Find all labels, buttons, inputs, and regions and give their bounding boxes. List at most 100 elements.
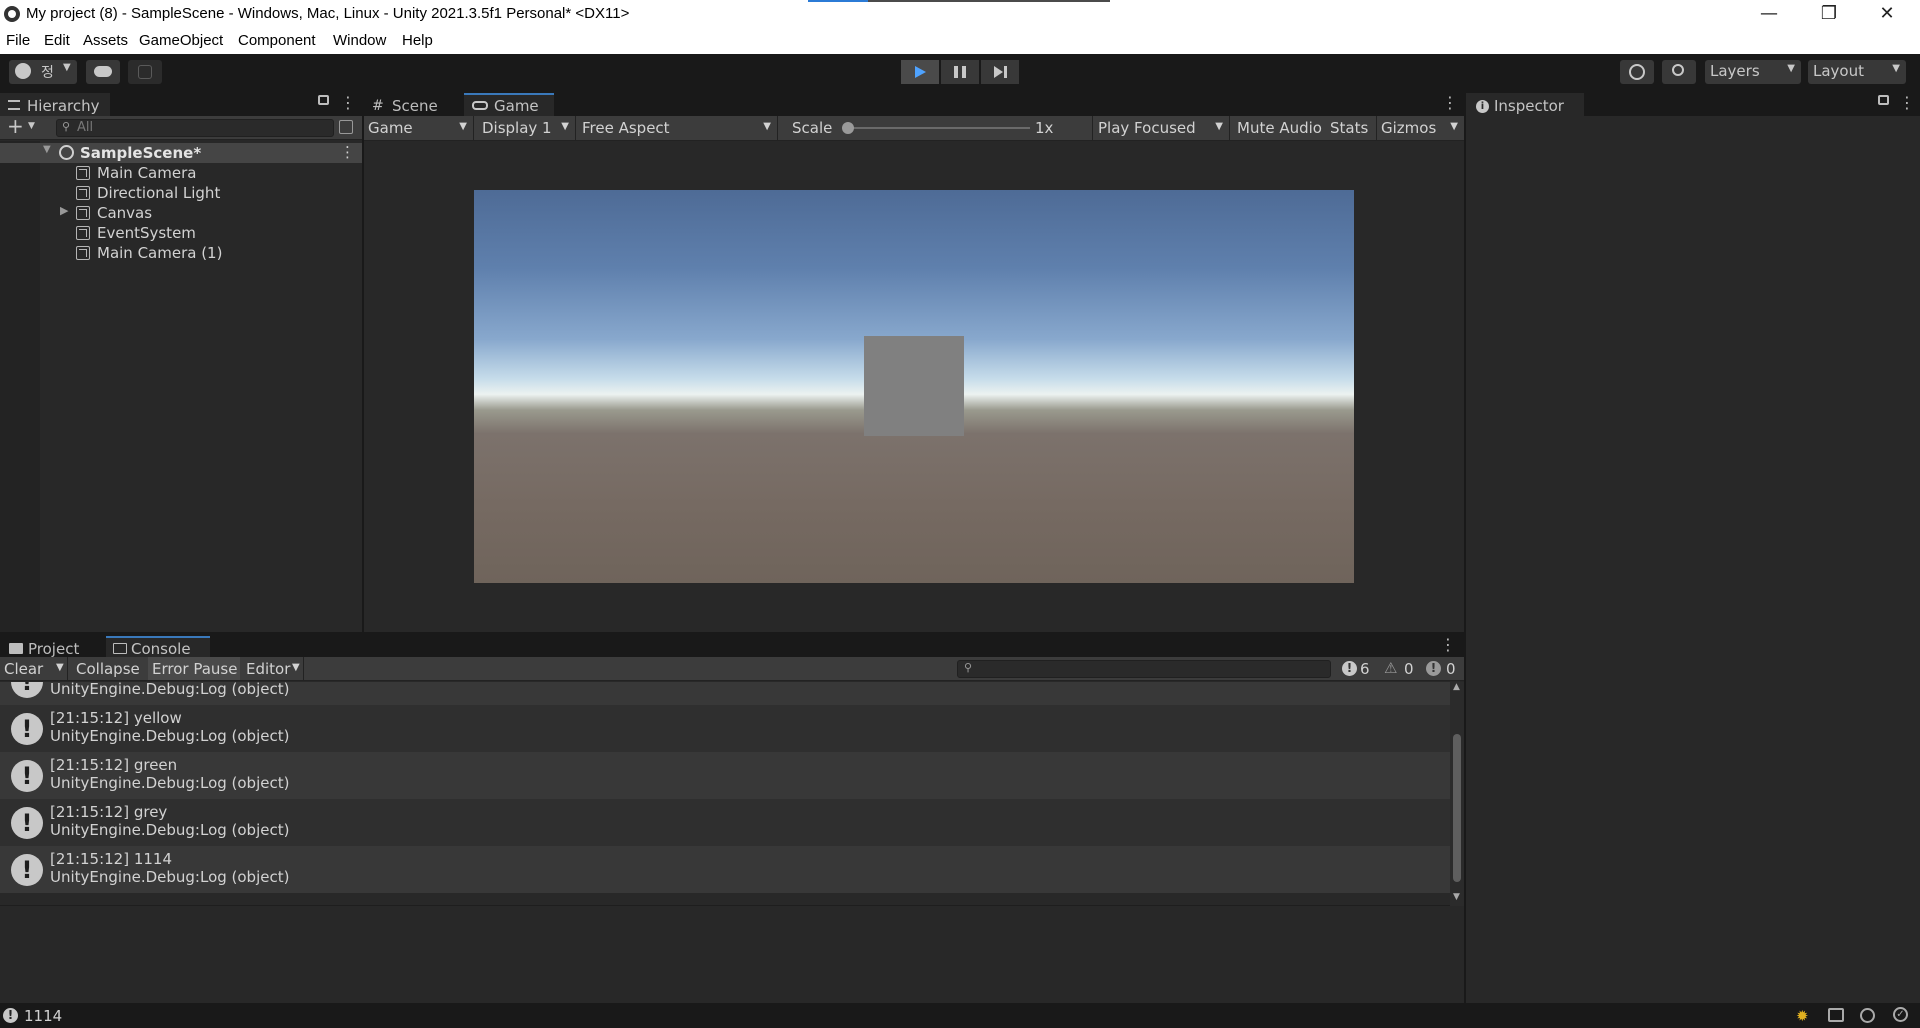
menu-edit[interactable]: Edit [44, 32, 70, 49]
info-message-icon: ! [1342, 661, 1357, 676]
tab-scene[interactable]: # Scene [364, 93, 462, 116]
error-pause-toggle[interactable]: Error Pause [148, 657, 240, 680]
auto-generate-lighting-icon[interactable] [1860, 1008, 1875, 1023]
cache-server-icon[interactable] [1828, 1008, 1844, 1022]
gizmos-dropdown[interactable]: Gizmos ▼ [1376, 116, 1464, 140]
hierarchy-item-eventsystem[interactable]: EventSystem [0, 223, 362, 243]
add-button[interactable]: + [7, 114, 24, 138]
scene-name: SampleScene* [80, 144, 202, 162]
scale-label: Scale [792, 119, 833, 137]
chevron-down-icon: ▼ [1787, 63, 1795, 74]
chevron-down-icon[interactable]: ▼ [28, 121, 35, 131]
title-progress-strip [808, 0, 1110, 2]
view-mode-dropdown[interactable]: Game ▼ [364, 116, 474, 140]
console-entry[interactable]: ! [21:15:12] 1114 UnityEngine.Debug:Log … [0, 846, 1450, 893]
warning-filter-toggle[interactable]: ⚠ 0 [1382, 657, 1420, 680]
account-icon [15, 63, 31, 79]
chevron-up-icon[interactable]: ▲ [1453, 682, 1460, 692]
chevron-down-icon[interactable]: ▼ [1453, 892, 1460, 902]
hierarchy-item-main-camera[interactable]: Main Camera [0, 163, 362, 183]
menu-bar: File Edit Assets GameObject Component Wi… [0, 29, 1920, 54]
clear-button[interactable]: Clear ▼ [0, 657, 68, 680]
menu-window[interactable]: Window [333, 32, 386, 49]
scene-row[interactable]: ▼ SampleScene* ⋮ [0, 143, 362, 163]
menu-help[interactable]: Help [402, 32, 433, 49]
tab-inspector[interactable]: i Inspector [1466, 93, 1584, 116]
error-filter-toggle[interactable]: ! 0 [1424, 657, 1462, 680]
kebab-menu-icon[interactable]: ⋮ [1440, 635, 1456, 654]
history-button[interactable] [1620, 60, 1654, 84]
kebab-menu-icon[interactable]: ⋮ [340, 93, 356, 112]
console-entry[interactable]: ! UnityEngine.Debug:Log (object) [0, 682, 1450, 705]
console-toolbar: Clear ▼ Collapse Error Pause Editor ▼ ⚲ … [0, 657, 1464, 681]
bottom-tabbar: Project Console ⋮ [0, 634, 1464, 659]
hierarchy-tabbar: Hierarchy ⋮ [0, 91, 362, 116]
pause-button[interactable] [941, 60, 979, 84]
console-entry[interactable]: ! [21:15:12] grey UnityEngine.Debug:Log … [0, 799, 1450, 846]
kebab-menu-icon[interactable]: ⋮ [1442, 93, 1458, 112]
chevron-right-icon[interactable]: ▶ [60, 204, 68, 217]
step-button[interactable] [981, 60, 1019, 84]
chevron-down-icon: ▼ [63, 62, 71, 73]
account-button[interactable]: 정 ▼ [9, 60, 77, 84]
window-title: My project (8) - SampleScene - Windows, … [26, 5, 630, 22]
lock-icon[interactable] [1878, 95, 1889, 105]
tab-project[interactable]: Project [0, 636, 104, 659]
chevron-down-icon: ▼ [459, 121, 467, 132]
kebab-menu-icon[interactable]: ⋮ [340, 143, 355, 161]
console-entry[interactable]: ! [21:15:12] yellow UnityEngine.Debug:Lo… [0, 705, 1450, 752]
hierarchy-item-main-camera-1[interactable]: Main Camera (1) [0, 243, 362, 263]
bug-icon[interactable]: ✹ [1796, 1007, 1809, 1025]
scene-visibility-icon[interactable] [339, 120, 353, 134]
console-entry-stacktrace: UnityEngine.Debug:Log (object) [50, 727, 290, 745]
maximize-button[interactable]: ❐ [1806, 0, 1852, 29]
hierarchy-item-canvas[interactable]: ▶ Canvas [0, 203, 362, 223]
hierarchy-search-input[interactable]: ⚲ All [56, 119, 334, 137]
kebab-menu-icon[interactable]: ⋮ [1899, 93, 1915, 112]
console-scrollbar[interactable]: ▲ ▼ [1450, 682, 1464, 906]
play-mode-dropdown[interactable]: Play Focused ▼ [1092, 116, 1230, 140]
info-message-icon: ! [11, 760, 43, 792]
info-filter-toggle[interactable]: ! 6 [1340, 657, 1378, 680]
minimize-button[interactable]: — [1746, 0, 1792, 29]
tab-game-label: Game [494, 97, 539, 115]
mute-audio-toggle[interactable]: Mute Audio [1237, 119, 1322, 137]
menu-assets[interactable]: Assets [83, 32, 128, 49]
menu-gameobject[interactable]: GameObject [139, 32, 223, 49]
chevron-down-icon: ▼ [1450, 121, 1458, 132]
collapse-toggle[interactable]: Collapse [76, 660, 140, 678]
aspect-dropdown[interactable]: Free Aspect ▼ [578, 116, 778, 140]
lock-icon[interactable] [318, 95, 329, 105]
console-log-list: ! UnityEngine.Debug:Log (object) ! [21:1… [0, 682, 1450, 906]
status-message[interactable]: 1114 [24, 1007, 62, 1025]
scale-slider[interactable] [842, 122, 1030, 134]
collab-button[interactable] [128, 60, 162, 84]
info-message-icon: ! [11, 807, 43, 839]
cloud-button[interactable] [86, 60, 120, 84]
menu-file[interactable]: File [6, 32, 30, 49]
layers-dropdown[interactable]: Layers ▼ [1705, 60, 1801, 84]
window-title-bar: My project (8) - SampleScene - Windows, … [0, 0, 1920, 29]
menu-component[interactable]: Component [238, 32, 316, 49]
chevron-down-icon[interactable]: ▼ [43, 144, 51, 155]
gizmos-label: Gizmos [1381, 119, 1437, 137]
console-search-input[interactable]: ⚲ [957, 660, 1331, 678]
console-entry[interactable]: ! [21:15:12] green UnityEngine.Debug:Log… [0, 752, 1450, 799]
scrollbar-thumb[interactable] [1453, 734, 1461, 882]
hierarchy-item-label: Directional Light [97, 184, 221, 202]
console-panel: Project Console ⋮ Clear ▼ Collapse Error… [0, 634, 1464, 1003]
layout-dropdown[interactable]: Layout ▼ [1808, 60, 1906, 84]
tab-hierarchy[interactable]: Hierarchy [0, 93, 110, 116]
hierarchy-item-directional-light[interactable]: Directional Light [0, 183, 362, 203]
tab-game[interactable]: Game [464, 93, 554, 116]
editor-dropdown[interactable]: Editor ▼ [242, 657, 304, 680]
tab-console[interactable]: Console [106, 636, 210, 659]
slider-handle[interactable] [842, 122, 854, 134]
progress-check-icon[interactable]: ✓ [1893, 1007, 1908, 1022]
stats-toggle[interactable]: Stats [1330, 119, 1368, 137]
search-button[interactable] [1662, 60, 1696, 84]
display-dropdown[interactable]: Display 1 ▼ [478, 116, 576, 140]
play-button[interactable] [901, 60, 939, 84]
close-button[interactable]: ✕ [1864, 0, 1910, 29]
chevron-down-icon[interactable]: ▼ [56, 662, 64, 673]
